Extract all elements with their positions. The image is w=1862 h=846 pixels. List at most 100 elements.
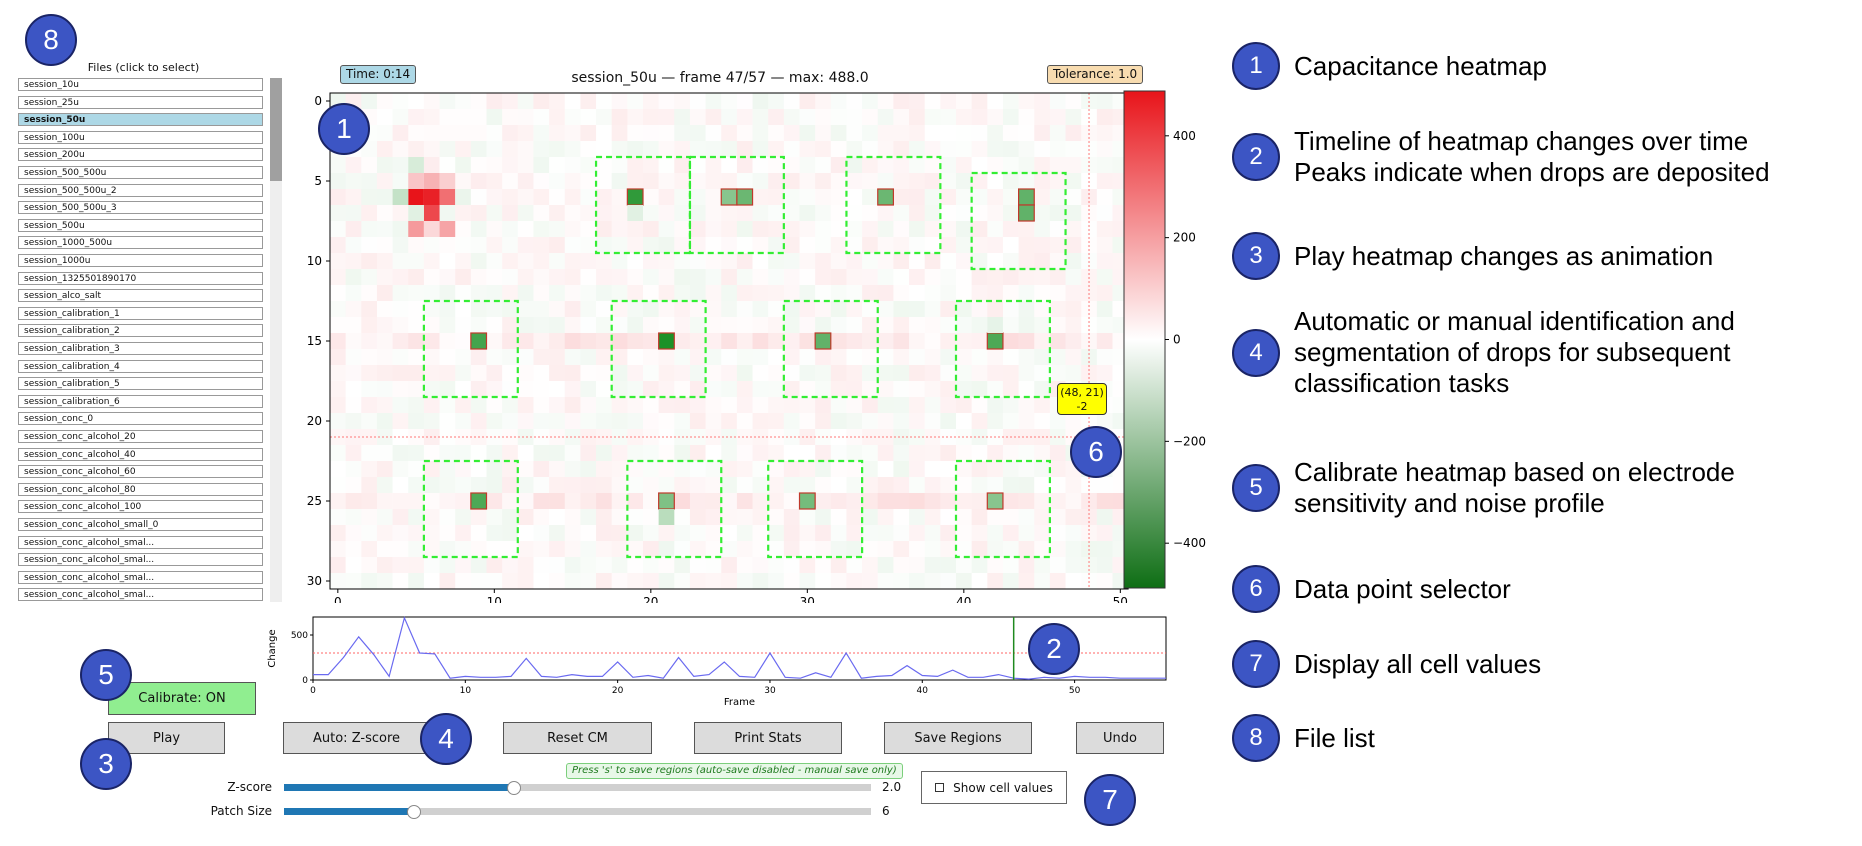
heatmap-bg-cell — [564, 157, 581, 174]
file-list-item[interactable]: session_alco_salt — [18, 289, 263, 303]
heatmap-bg-cell — [971, 221, 988, 238]
heatmap-bg-cell — [330, 269, 346, 286]
heatmap-bg-cell — [1049, 525, 1066, 542]
file-list-item[interactable]: session_conc_alcohol_small_0 — [18, 518, 263, 531]
zscore-slider[interactable] — [284, 781, 871, 795]
file-list-item[interactable]: session_100u — [18, 130, 263, 144]
heatmap-bg-cell — [909, 189, 925, 206]
legend-text: Automatic or manual identification and se… — [1294, 306, 1735, 398]
heatmap-bg-cell — [752, 445, 769, 462]
file-list-item[interactable]: session_conc_alcohol_60 — [18, 465, 263, 479]
heatmap-bg-cell — [376, 173, 393, 190]
file-list-item[interactable]: session_50u — [18, 113, 263, 127]
heatmap-bg-cell — [580, 413, 597, 430]
heatmap-bg-cell — [439, 205, 456, 222]
file-list-item[interactable]: session_calibration_4 — [18, 359, 263, 373]
file-list-item[interactable]: session_conc_alcohol_smal... — [18, 535, 263, 549]
heatmap-bg-cell — [564, 493, 581, 510]
file-list-item[interactable]: session_500u — [18, 218, 263, 232]
heatmap-bg-cell — [956, 397, 972, 414]
heatmap-bg-cell — [408, 509, 425, 526]
checkbox-icon[interactable] — [935, 783, 945, 792]
file-list-scrollbar[interactable] — [270, 78, 282, 602]
heatmap-bg-cell — [689, 397, 706, 414]
heatmap-bg-cell — [956, 381, 972, 398]
file-list-item[interactable]: session_calibration_1 — [18, 306, 263, 320]
calibrate-button[interactable]: Calibrate: ON — [108, 682, 256, 715]
file-list-item[interactable]: session_conc_alcohol_100 — [18, 500, 263, 514]
heatmap-bg-cell — [705, 285, 722, 302]
file-list-item[interactable]: session_1000u — [18, 254, 263, 267]
heatmap-bg-cell — [940, 365, 957, 382]
heatmap-bg-cell — [877, 269, 894, 286]
heatmap-bg-cell — [971, 413, 988, 430]
heatmap-bg-cell — [940, 413, 957, 430]
print-stats-button[interactable]: Print Stats — [694, 722, 842, 754]
heatmap-bg-cell — [330, 461, 346, 478]
patch-size-slider-handle[interactable] — [407, 805, 422, 819]
heatmap-bg-cell — [517, 333, 534, 350]
heatmap-bg-cell — [956, 541, 972, 558]
heatmap-bg-cell — [877, 157, 894, 174]
file-list-item[interactable]: session_500_500u_2 — [18, 183, 263, 197]
heatmap-bg-cell — [1049, 285, 1066, 302]
heatmap-bg-cell — [799, 269, 816, 286]
heatmap-bg-cell — [439, 445, 456, 462]
file-list-item[interactable]: session_conc_0 — [18, 412, 263, 426]
heatmap-bg-cell — [486, 413, 503, 430]
capacitance-heatmap[interactable]: 0 10 20 30 40 50051015202530 — [290, 88, 1140, 603]
patch-size-slider[interactable] — [284, 805, 871, 819]
heatmap-bg-cell — [736, 365, 753, 382]
heatmap-bg-cell — [783, 381, 800, 398]
heatmap-bg-cell — [987, 461, 1004, 478]
file-list-item[interactable]: session_conc_alcohol_smal... — [18, 570, 263, 584]
heatmap-bg-cell — [689, 365, 706, 382]
file-list-item[interactable]: session_calibration_5 — [18, 377, 263, 391]
heatmap-bg-cell — [345, 221, 362, 238]
undo-button[interactable]: Undo — [1076, 722, 1164, 754]
heatmap-bg-cell — [752, 269, 769, 286]
file-list-item[interactable]: session_calibration_3 — [18, 342, 263, 355]
heatmap-bg-cell — [533, 221, 550, 238]
file-list-item[interactable]: session_25u — [18, 95, 263, 109]
heatmap-bg-cell — [486, 381, 503, 398]
heatmap-bg-cell — [956, 573, 972, 590]
heatmap-bg-cell — [721, 253, 738, 270]
file-list-item[interactable]: session_conc_alcohol_40 — [18, 447, 263, 461]
file-list-item[interactable]: session_1000_500u — [18, 236, 263, 250]
heatmap-bg-cell — [470, 541, 487, 558]
file-list-item[interactable]: session_500_500u — [18, 166, 263, 179]
auto-zscore-button[interactable]: Auto: Z-score — [283, 722, 430, 754]
file-list-item[interactable]: session_500_500u_3 — [18, 201, 263, 215]
heatmap-bg-cell — [956, 557, 972, 574]
file-list-item[interactable]: session_200u — [18, 148, 263, 162]
y-tick-label: 25 — [307, 494, 322, 508]
file-list-item[interactable]: session_conc_alcohol_80 — [18, 482, 263, 496]
heatmap-bg-cell — [705, 445, 722, 462]
file-list-item[interactable]: session_conc_alcohol_smal... — [18, 553, 263, 567]
colorbar-tick-label: 0 — [1173, 333, 1181, 347]
scrollbar-thumb[interactable] — [270, 78, 282, 181]
heatmap-bg-cell — [846, 269, 863, 286]
file-list-item[interactable]: session_10u — [18, 78, 263, 91]
heatmap-bg-cell — [486, 157, 503, 174]
heatmap-bg-cell — [1034, 237, 1051, 254]
file-list-item[interactable]: session_conc_alcohol_20 — [18, 430, 263, 443]
file-list-item[interactable]: session_conc_alcohol_smal... — [18, 588, 263, 602]
file-list-item[interactable]: session_calibration_6 — [18, 394, 263, 408]
file-list[interactable]: session_10u session_25u session_50usession… — [18, 78, 266, 602]
reset-cm-button[interactable]: Reset CM — [503, 722, 652, 754]
legend-badge: 2 — [1232, 133, 1280, 181]
heatmap-bg-cell — [596, 205, 612, 222]
save-regions-button[interactable]: Save Regions — [884, 722, 1032, 754]
file-list-item[interactable]: session_calibration_2 — [18, 324, 263, 338]
show-cell-values-checkbox[interactable]: Show cell values — [921, 771, 1067, 804]
heatmap-bg-cell — [1002, 173, 1019, 190]
heatmap-bg-cell — [689, 525, 706, 542]
heatmap-bg-cell — [455, 381, 472, 398]
heatmap-bg-cell — [1065, 317, 1082, 334]
file-list-item[interactable]: session_1325501890170 — [18, 271, 263, 285]
zscore-slider-handle[interactable] — [506, 781, 521, 795]
heatmap-bg-cell — [1065, 493, 1082, 510]
heatmap-bg-cell — [752, 349, 769, 366]
